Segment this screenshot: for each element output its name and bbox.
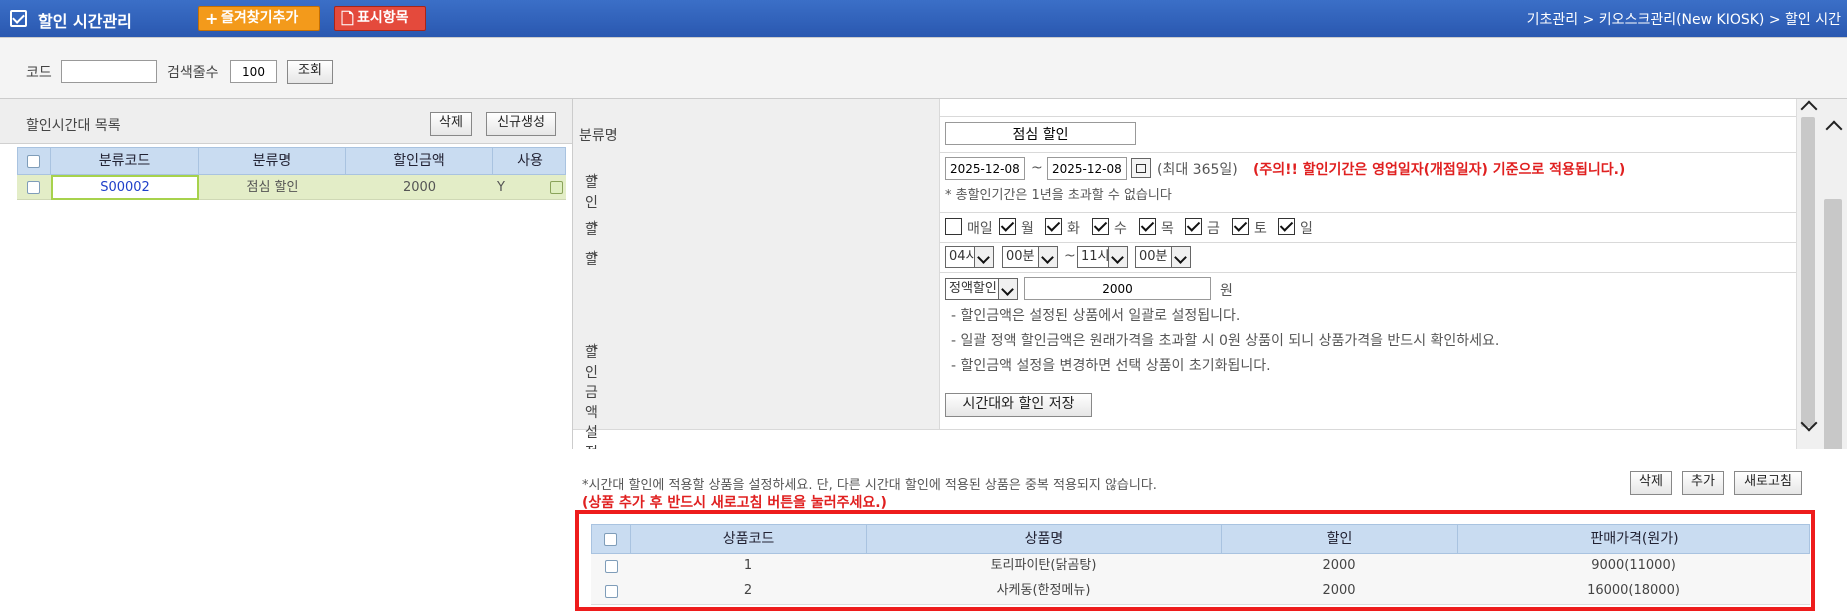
use-dropdown-icon[interactable] [550,181,563,194]
day-label: 화 [1067,221,1080,237]
name-label: 분류명 [579,128,618,144]
chevron-down-icon [1108,247,1127,267]
form-row-period: 할인기간* ~ (최대 365일) (주의!! 할인기간은 영업일자(개점일자)… [573,152,1798,251]
form-row-time: 할인시간 설정* 04시 00분 ~ 11시 00분 [573,242,1798,368]
discount-time-list-panel: 할인시간대 목록 삭제 신규생성 분류코드 분류명 할인금액 사용 S00002… [0,99,572,616]
day-checkbox[interactable] [1232,218,1249,235]
title-bar: 할인 시간관리 + 즐겨찾기추가 🗋 표시항목 기초관리 > 키오스크관리(Ne… [0,0,1847,37]
select-all-checkbox[interactable] [27,155,40,168]
save-time-discount-button[interactable]: 시간대와 할인 저장 [945,393,1092,417]
period-max-note: (최대 365일) [1157,162,1238,178]
end-hour-value: 11시 [1081,249,1110,264]
period-warning: (주의!! 할인기간은 영업일자(개점일자) 기준으로 적용됩니다.) [1253,162,1626,178]
period-end-input[interactable] [1047,157,1127,180]
search-button[interactable]: 조회 [287,60,333,84]
amount-type-value: 정액할인 [949,281,997,296]
day-checkbox[interactable] [1045,218,1062,235]
list-row[interactable]: S00002 점심 할인 2000 Y [17,175,566,200]
day-label: 월 [1021,221,1034,237]
display-items-button[interactable]: 🗋 표시항목 [334,6,426,31]
day-label: 매일 [967,221,993,237]
checkbox-icon [10,10,27,27]
calendar-icon[interactable] [1131,158,1151,178]
code-input[interactable] [61,60,157,83]
products-instruction: *시간대 할인에 적용할 상품을 설정하세요. 단, 다른 시간대 할인에 적용… [582,478,1157,493]
end-min-select[interactable]: 00분 [1135,246,1191,268]
search-bar: 코드 검색줄수 조회 [0,37,1847,99]
col-name[interactable]: 분류명 [199,148,346,174]
col-code[interactable]: 분류코드 [51,148,199,174]
count-label: 검색줄수 [167,65,219,81]
count-input[interactable] [230,60,277,83]
day-label: 토 [1254,221,1267,237]
form-row-amount: 할인금액 설정* 정액할인 원 - 할인금액은 설정된 상품에서 일괄로 설정됩… [573,272,1798,461]
col-use[interactable]: 사용 [493,148,567,174]
code-label: 코드 [26,65,52,81]
chevron-down-icon [1038,247,1057,267]
form-row-name: 분류명 [573,116,1798,153]
discount-form-panel: 분류명 할인기간* ~ (최대 365일) (주의!! 할인기간은 영업일자(개… [572,99,1820,461]
day-checkbox[interactable] [1278,218,1295,235]
amount-type-select[interactable]: 정액할인 [945,278,1018,300]
start-hour-select[interactable]: 04시 [945,246,994,268]
form-row-hidden [573,99,1798,117]
chevron-down-icon [974,247,993,267]
day-checkbox[interactable] [999,218,1016,235]
day-label: 금 [1207,221,1220,237]
day-checkbox[interactable] [1185,218,1202,235]
end-min-value: 00분 [1139,249,1168,264]
select-all-cell[interactable] [18,148,51,174]
row-amount-cell[interactable]: 2000 [346,175,493,200]
col-amount[interactable]: 할인금액 [346,148,493,174]
page-title: 할인 시간관리 [38,12,132,31]
scroll-up-icon[interactable] [1825,120,1843,138]
day-label: 목 [1161,221,1174,237]
add-favorite-button[interactable]: + 즐겨찾기추가 [198,6,320,31]
form-row-days: 할인요일 설정* 매일월화수목금토일 [573,212,1798,338]
scroll-thumb[interactable] [1801,117,1815,427]
row-code-cell[interactable]: S00002 [51,175,199,200]
amount-unit: 원 [1220,283,1233,299]
name-input[interactable] [945,122,1136,145]
period-start-input[interactable] [945,157,1025,180]
start-min-value: 00분 [1006,249,1035,264]
day-checkbox[interactable] [1092,218,1109,235]
day-label: 일 [1300,221,1313,237]
end-hour-select[interactable]: 11시 [1077,246,1128,268]
time-separator: ~ [1064,248,1076,264]
list-grid-header: 분류코드 분류명 할인금액 사용 [17,147,566,175]
display-items-label: 표시항목 [357,10,409,26]
products-add-button[interactable]: 추가 [1682,471,1724,495]
scroll-up-icon[interactable] [1800,100,1818,118]
list-delete-button[interactable]: 삭제 [430,112,472,136]
products-delete-button[interactable]: 삭제 [1630,471,1672,495]
amount-note-3: - 할인금액 설정을 변경하면 선택 상품이 초기화됩니다. [951,358,1271,374]
day-label: 수 [1114,221,1127,237]
list-header: 할인시간대 목록 삭제 신규생성 [0,99,572,144]
document-icon: 🗋 [341,9,354,28]
day-checkbox[interactable] [945,218,962,235]
list-new-button[interactable]: 신규생성 [486,112,556,136]
list-title: 할인시간대 목록 [26,118,121,134]
start-min-select[interactable]: 00분 [1002,246,1058,268]
amount-note-2: - 일괄 정액 할인금액은 원래가격을 초과할 시 0원 상품이 되니 상품가격… [951,333,1500,349]
period-separator: ~ [1031,160,1043,176]
row-checkbox[interactable] [27,181,40,194]
row-name-cell[interactable]: 점심 할인 [199,175,346,200]
products-warning: (상품 추가 후 반드시 새로고침 버튼을 눌러주세요.) [582,495,887,511]
plus-icon: + [205,9,219,28]
row-use-cell[interactable]: Y [497,175,527,200]
chevron-down-icon [1171,247,1190,267]
chevron-down-icon [998,279,1017,299]
amount-input[interactable] [1024,277,1211,300]
products-refresh-button[interactable]: 새로고침 [1734,471,1802,495]
breadcrumb: 기초관리 > 키오스크관리(New KIOSK) > 할인 시간 [1526,12,1841,28]
highlight-box [575,510,1815,611]
period-limit-note: * 총할인기간은 1년을 초과할 수 없습니다 [945,188,1172,203]
add-favorite-label: 즐겨찾기추가 [221,10,299,26]
amount-note-1: - 할인금액은 설정된 상품에서 일괄로 설정됩니다. [951,308,1241,324]
day-checkbox[interactable] [1139,218,1156,235]
form-scrollbar[interactable] [1796,99,1820,449]
